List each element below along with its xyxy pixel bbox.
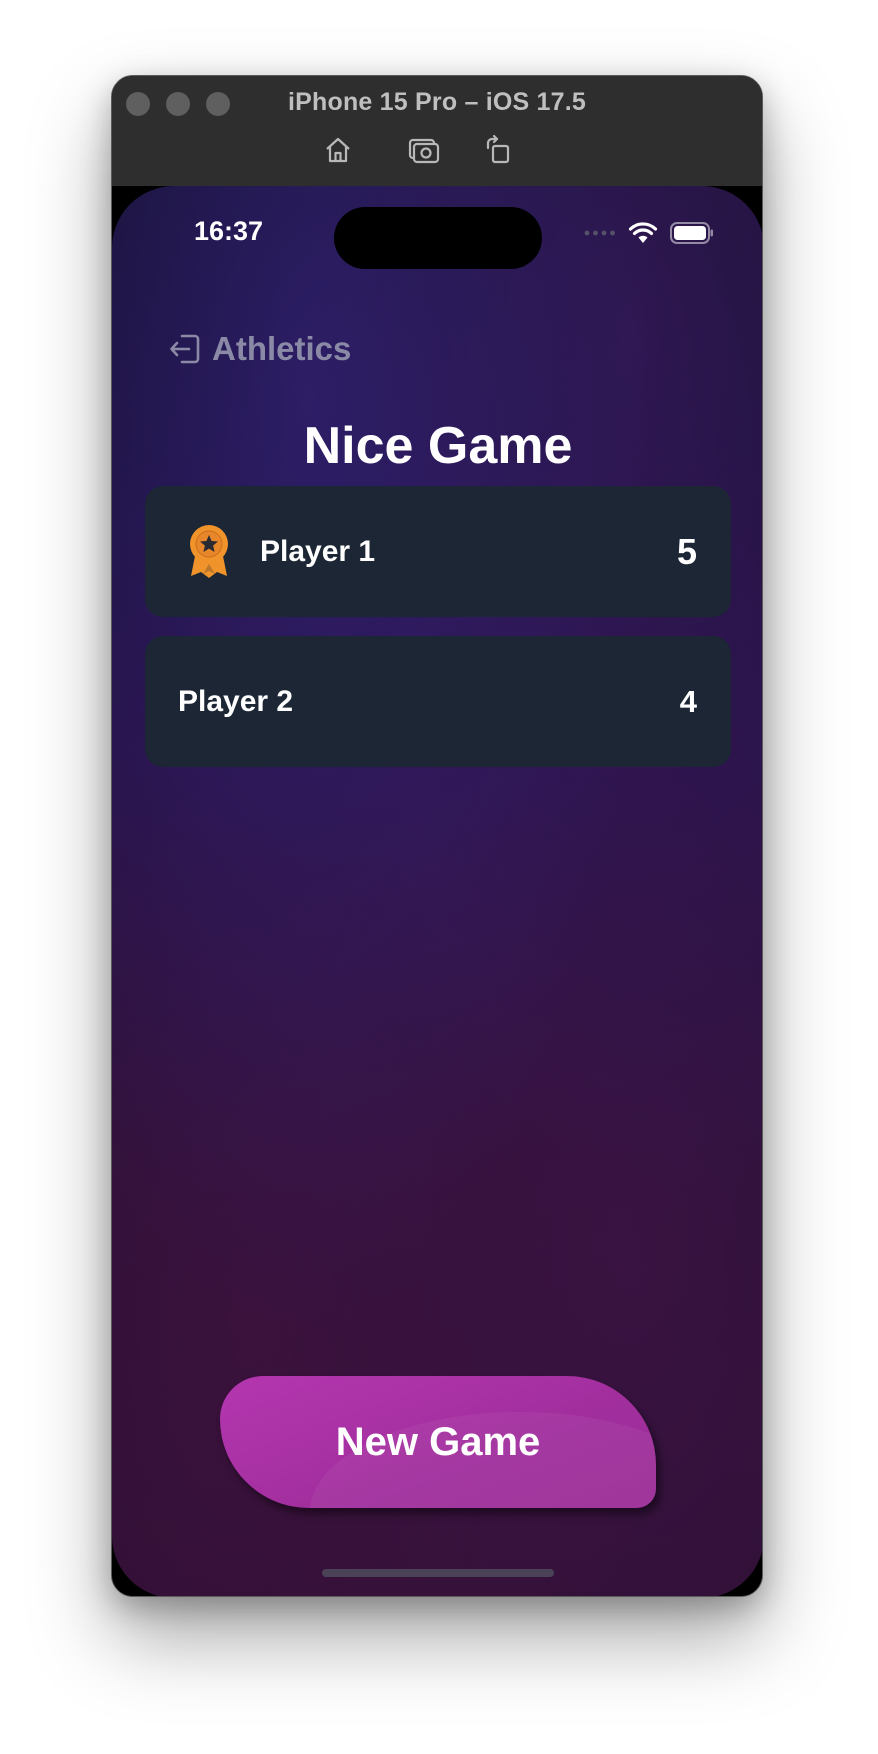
exit-icon — [170, 334, 200, 364]
status-time: 16:37 — [194, 216, 264, 246]
home-icon[interactable] — [322, 134, 354, 166]
signal-dots-icon — [584, 230, 615, 236]
player-score: 5 — [676, 530, 697, 572]
home-indicator[interactable] — [322, 1569, 554, 1577]
rotate-icon[interactable] — [482, 134, 514, 166]
new-game-label: New Game — [335, 1419, 541, 1464]
device-frame: 16:37 Athletics Nice Game Player 1 5 Pla… — [112, 186, 762, 1596]
medal-icon — [190, 525, 228, 578]
screenshot-icon[interactable] — [408, 134, 440, 166]
battery-icon — [670, 222, 713, 244]
player-name: Player 2 — [178, 684, 294, 718]
dynamic-island — [334, 207, 542, 269]
player-row: Player 2 4 — [145, 636, 731, 767]
back-button[interactable]: Athletics — [168, 330, 351, 368]
back-label: Athletics — [212, 330, 352, 367]
page-title: Nice Game — [303, 417, 573, 475]
player-row: Player 1 5 — [145, 486, 731, 617]
player-score: 4 — [679, 683, 697, 719]
status-icons — [584, 222, 714, 244]
new-game-button[interactable]: New Game — [220, 1376, 656, 1508]
window-title: iPhone 15 Pro – iOS 17.5 — [288, 88, 586, 116]
wifi-icon — [628, 222, 658, 243]
simulator-titlebar: iPhone 15 Pro – iOS 17.5 — [112, 76, 762, 187]
player-name: Player 1 — [260, 534, 376, 568]
app-screen: 16:37 Athletics Nice Game Player 1 5 Pla… — [112, 186, 762, 1596]
simulator-window: iPhone 15 Pro – iOS 17.5 16:37 Athletics… — [111, 75, 763, 1597]
